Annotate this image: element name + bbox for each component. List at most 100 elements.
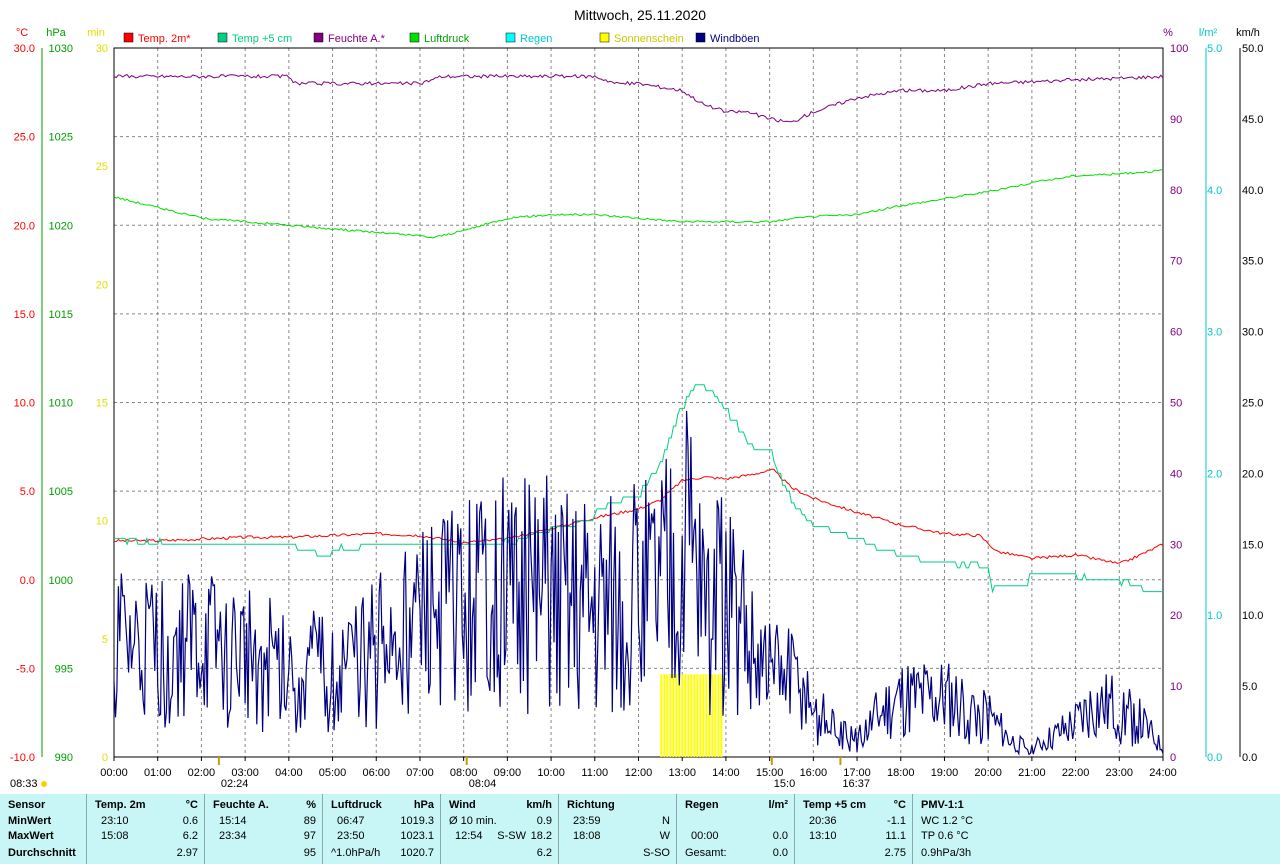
rain-tick-label: 4.0 [1207, 185, 1222, 197]
sun-tick-label: 10 [96, 516, 108, 528]
humidity-tick-label: 0 [1170, 752, 1176, 764]
pmv-row1: WC 1.2 °C [921, 815, 974, 827]
pressure-tick-label: 1000 [49, 575, 73, 587]
wind-tick-label: 30.0 [1242, 327, 1263, 339]
richtung-row1-time: 23:59 [573, 815, 601, 827]
wind-tick-label: 20.0 [1242, 468, 1263, 480]
row-label-max: MaxWert [8, 830, 54, 842]
sunshine-bar [675, 674, 678, 757]
sunshine-bar [717, 674, 720, 757]
luftdruck-trend: ^1.0hPa/h [331, 847, 381, 859]
sunshine-bar [681, 674, 684, 757]
time-marker-label: 15:0 [774, 778, 795, 790]
sunshine-bar [663, 674, 666, 757]
wind-unit: km/h [526, 799, 552, 811]
richtung-row2-time: 18:08 [573, 830, 601, 842]
temp-tick-label: 5.0 [20, 486, 35, 498]
legend-swatch [409, 32, 420, 43]
temp-axis-unit: °C [16, 27, 28, 39]
sun-tick-label: 5 [102, 634, 108, 646]
pressure-tick-label: 1030 [49, 43, 73, 55]
rain-tick-label: 5.0 [1207, 43, 1222, 55]
temp2m-avg: 2.97 [176, 847, 198, 859]
wind-avg: 6.2 [536, 847, 552, 859]
sun-tick-label: 20 [96, 279, 108, 291]
x-tick-label: 24:00 [1149, 767, 1177, 779]
luftdruck-header: Luftdruck [331, 799, 382, 811]
regen-unit: l/m² [768, 799, 788, 811]
sunshine-bar [720, 674, 723, 757]
time-marker-label: 02:24 [221, 778, 249, 790]
humidity-axis-unit: % [1163, 27, 1173, 39]
humidity-tick-label: 70 [1170, 256, 1182, 268]
legend-label: Regen [520, 33, 552, 45]
wind-max: 18.2 [530, 830, 552, 842]
legend-swatch [505, 32, 516, 43]
temp2m-min: 0.6 [182, 815, 198, 827]
pmv-row3: 0.9hPa/3h [921, 847, 972, 859]
humidity-tick-label: 80 [1170, 185, 1182, 197]
wind-tick-label: 10.0 [1242, 610, 1263, 622]
wind-header: Wind [449, 799, 476, 811]
pressure-tick-label: 1010 [49, 398, 73, 410]
time-marker-label: 16:37 [842, 778, 870, 790]
luftdruck-max: 1023.1 [400, 830, 434, 842]
legend-swatch [599, 32, 610, 43]
rain-tick-label: 1.0 [1207, 610, 1222, 622]
stats-col-regen: Regen l/m² 00:00 0.0 Gesamt: 0.0 [677, 794, 794, 864]
wind-max-time: 12:54 [455, 830, 483, 842]
richtung-avg: S-SO [643, 847, 670, 859]
temp5cm-unit: °C [893, 799, 906, 811]
stats-panel: Sensor MinWert MaxWert Durchschnitt Temp… [0, 794, 1280, 864]
feuchte-header: Feuchte A. [213, 799, 269, 811]
x-tick-label: 01:00 [144, 767, 172, 779]
x-tick-label: 05:00 [319, 767, 347, 779]
sunshine-bar [705, 674, 708, 757]
sunshine-bar [711, 674, 714, 757]
sunshine-bar [660, 674, 663, 757]
x-tick-label: 04:00 [275, 767, 303, 779]
regen-total: 0.0 [772, 847, 788, 859]
series-line [113, 169, 1164, 239]
sunshine-bar [693, 674, 696, 757]
sensor-header: Sensor [8, 799, 46, 811]
wind-tick-label: 15.0 [1242, 539, 1263, 551]
feuchte-avg: 95 [303, 847, 316, 859]
time-marker-label: 08:04 [469, 778, 497, 790]
feuchte-max-time: 23:34 [219, 830, 247, 842]
stats-col-pmv: PMV-1:1 WC 1.2 °C TP 0.6 °C 0.9hPa/3h [913, 794, 1033, 864]
x-tick-label: 10:00 [537, 767, 565, 779]
temp5cm-min-time: 20:36 [809, 815, 837, 827]
legend-swatch [123, 32, 134, 43]
pressure-tick-label: 1025 [49, 132, 73, 144]
sunshine-bar [666, 674, 669, 757]
feuchte-max: 97 [303, 830, 316, 842]
richtung-row1: N [662, 815, 670, 827]
luftdruck-min: 1019.3 [400, 815, 434, 827]
x-tick-label: 13:00 [668, 767, 696, 779]
x-tick-label: 22:00 [1062, 767, 1090, 779]
humidity-tick-label: 40 [1170, 468, 1182, 480]
richtung-header: Richtung [567, 799, 615, 811]
stats-col-feuchte: Feuchte A. % 15:14 89 23:34 97 95 [205, 794, 322, 864]
x-tick-label: 19:00 [931, 767, 959, 779]
wind-avg10: 0.9 [536, 815, 552, 827]
sunshine-bar [684, 674, 687, 757]
x-tick-label: 20:00 [974, 767, 1002, 779]
richtung-row2: W [659, 830, 670, 842]
x-tick-label: 06:00 [362, 767, 390, 779]
row-label-min: MinWert [8, 815, 52, 827]
feuchte-unit: % [306, 799, 316, 811]
wind-tick-label: 0.0 [1242, 752, 1257, 764]
wind-tick-label: 50.0 [1242, 43, 1263, 55]
stats-col-sensor: Sensor MinWert MaxWert Durchschnitt [0, 794, 86, 864]
sun-icon [41, 781, 47, 787]
temp-tick-label: -5.0 [16, 663, 35, 675]
humidity-tick-label: 50 [1170, 398, 1182, 410]
legend-label: Temp +5 cm [232, 33, 292, 45]
sunshine-bar [699, 674, 702, 757]
regen-row2-time: 00:00 [691, 830, 719, 842]
humidity-tick-label: 10 [1170, 681, 1182, 693]
temp5cm-min: -1.1 [887, 815, 906, 827]
x-tick-label: 23:00 [1106, 767, 1134, 779]
